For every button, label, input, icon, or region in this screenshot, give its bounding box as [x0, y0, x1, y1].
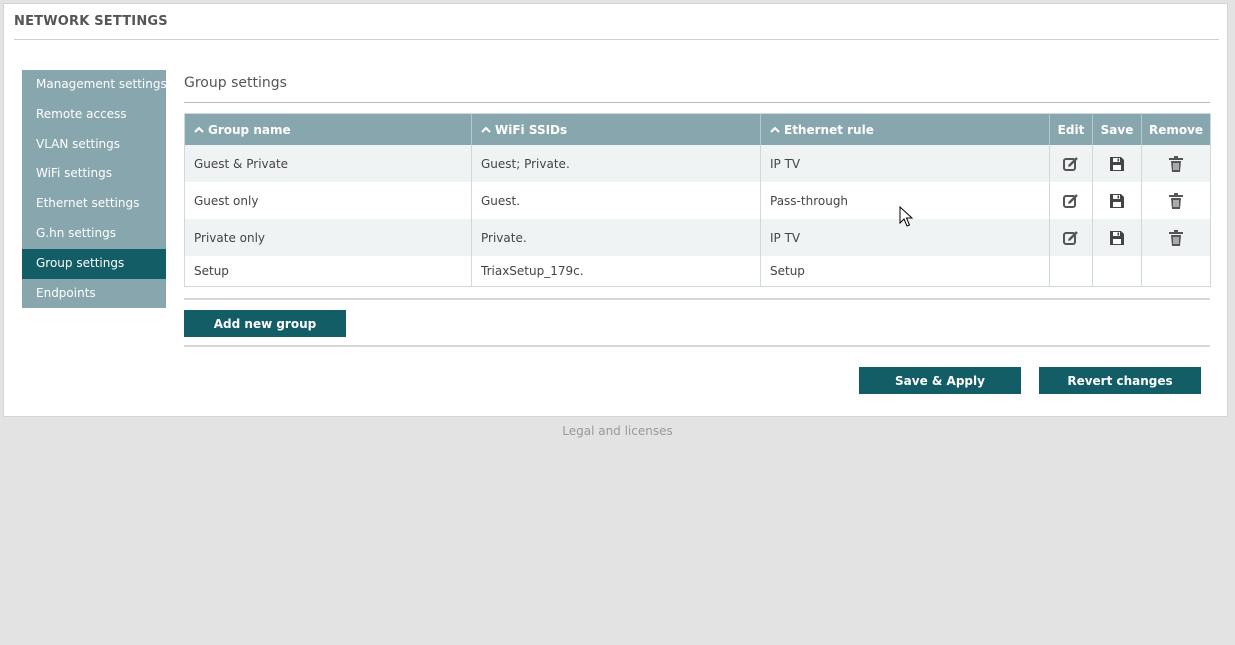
cell-save	[1092, 219, 1142, 256]
table-row: Setup TriaxSetup_179c. Setup	[184, 256, 1211, 287]
cell-edit	[1049, 219, 1093, 256]
floppy-disk-icon[interactable]	[1108, 192, 1126, 210]
edit-icon[interactable]	[1062, 229, 1080, 247]
column-header-wifi-ssids[interactable]: WiFi SSIDs	[471, 113, 761, 145]
cell-group-name: Setup	[184, 256, 472, 287]
chevron-up-icon	[194, 126, 204, 133]
title-divider	[14, 39, 1219, 40]
chevron-up-icon	[770, 126, 780, 133]
trash-icon[interactable]	[1167, 192, 1185, 210]
column-header-edit: Edit	[1049, 113, 1093, 145]
section-title: Group settings	[184, 75, 287, 91]
sidebar-item-management[interactable]: Management settings	[22, 70, 167, 100]
sidebar-item-endpoints[interactable]: Endpoints	[22, 279, 166, 309]
table-header-row: Group name WiFi SSIDs Ethernet rule Edit…	[184, 113, 1211, 145]
revert-changes-button[interactable]: Revert changes	[1039, 367, 1201, 394]
sidebar-item-wifi[interactable]: WiFi settings	[22, 159, 166, 189]
cell-save	[1092, 145, 1142, 182]
column-label: Ethernet rule	[784, 122, 874, 137]
cell-wifi-ssids: Guest.	[471, 182, 761, 219]
cell-remove	[1141, 182, 1211, 219]
main-content: Group settings Group name WiFi SSIDs Eth…	[184, 70, 1211, 394]
groups-table: Group name WiFi SSIDs Ethernet rule Edit…	[184, 113, 1211, 287]
table-row: Guest & Private Guest; Private. IP TV	[184, 145, 1211, 182]
settings-panel: NETWORK SETTINGS Management settings Rem…	[3, 3, 1228, 417]
sidebar-item-remote-access[interactable]: Remote access	[22, 100, 166, 130]
cell-wifi-ssids: Guest; Private.	[471, 145, 761, 182]
cell-edit	[1049, 182, 1093, 219]
cell-remove	[1141, 145, 1211, 182]
cell-remove	[1141, 256, 1211, 287]
column-label: WiFi SSIDs	[495, 122, 568, 137]
table-divider	[184, 298, 1210, 300]
cell-ethernet-rule: Setup	[760, 256, 1050, 287]
floppy-disk-icon[interactable]	[1108, 155, 1126, 173]
column-header-ethernet-rule[interactable]: Ethernet rule	[760, 113, 1050, 145]
chevron-up-icon	[481, 126, 491, 133]
legal-licenses-link[interactable]: Legal and licenses	[0, 424, 1235, 438]
add-new-group-button[interactable]: Add new group	[184, 310, 346, 337]
floppy-disk-icon[interactable]	[1108, 229, 1126, 247]
cell-save	[1092, 256, 1142, 287]
sidebar-item-vlan[interactable]: VLAN settings	[22, 130, 166, 160]
column-header-remove: Remove	[1141, 113, 1211, 145]
save-apply-button[interactable]: Save & Apply	[859, 367, 1021, 394]
cell-wifi-ssids: TriaxSetup_179c.	[471, 256, 761, 287]
actions-divider	[184, 345, 1210, 347]
cell-group-name: Guest only	[184, 182, 472, 219]
mouse-cursor-icon	[899, 206, 913, 227]
edit-icon[interactable]	[1062, 192, 1080, 210]
cell-save	[1092, 182, 1142, 219]
cell-edit	[1049, 256, 1093, 287]
trash-icon[interactable]	[1167, 229, 1185, 247]
cell-edit	[1049, 145, 1093, 182]
column-label: Group name	[208, 122, 291, 137]
cell-remove	[1141, 219, 1211, 256]
column-header-save: Save	[1092, 113, 1142, 145]
cell-group-name: Guest & Private	[184, 145, 472, 182]
cell-ethernet-rule: IP TV	[760, 145, 1050, 182]
cell-group-name: Private only	[184, 219, 472, 256]
section-divider	[184, 102, 1210, 103]
page-title: NETWORK SETTINGS	[14, 14, 168, 29]
cell-wifi-ssids: Private.	[471, 219, 761, 256]
table-row: Guest only Guest. Pass-through	[184, 182, 1211, 219]
sidebar-item-ethernet[interactable]: Ethernet settings	[22, 189, 166, 219]
edit-icon[interactable]	[1062, 155, 1080, 173]
sidebar: Management settings Remote access VLAN s…	[22, 70, 167, 309]
trash-icon[interactable]	[1167, 155, 1185, 173]
table-row: Private only Private. IP TV	[184, 219, 1211, 256]
sidebar-item-group-settings[interactable]: Group settings	[22, 248, 166, 279]
sidebar-item-ghn[interactable]: G.hn settings	[22, 219, 166, 249]
column-header-group-name[interactable]: Group name	[184, 113, 472, 145]
